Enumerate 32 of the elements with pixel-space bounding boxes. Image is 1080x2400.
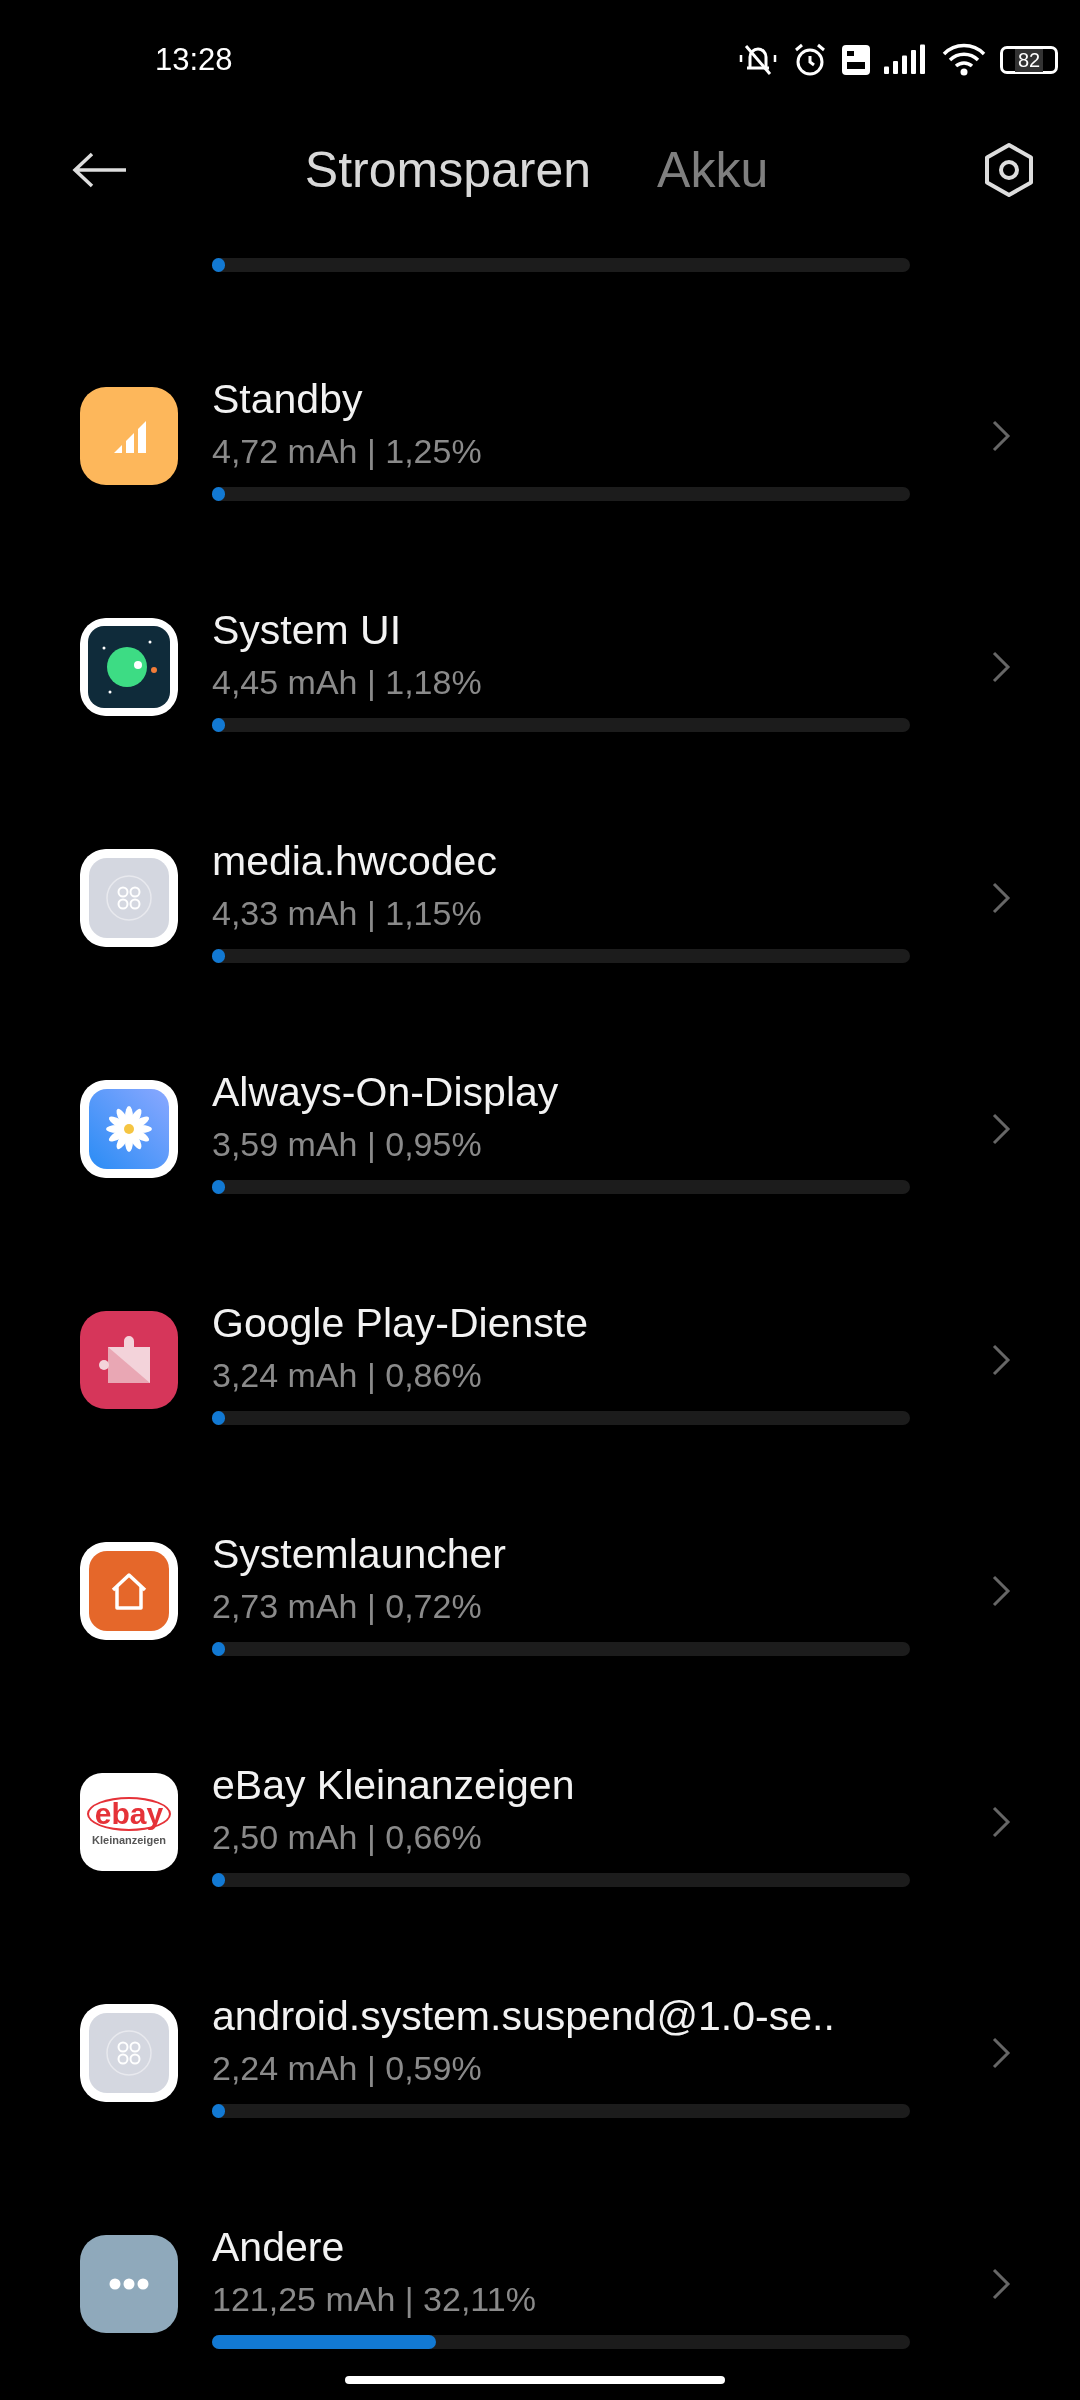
app-usage: 2,73 mAh | 0,72% bbox=[212, 1585, 483, 1627]
app-usage: 3,59 mAh | 0,95% bbox=[212, 1123, 483, 1165]
app-usage: 3,24 mAh | 0,86% bbox=[212, 1354, 483, 1396]
app-name: System UI bbox=[212, 605, 403, 655]
app-row[interactable]: ebay Kleinanzeigen eBay Kleinanzeigen 2,50 mAh | 0,66% bbox=[0, 1706, 1080, 1937]
app-usage: 2,50 mAh | 0,66% bbox=[212, 1816, 483, 1858]
app-row[interactable]: android.system.suspend@1.0-se.. 2,24 mAh | 0,59% bbox=[0, 1937, 1080, 2168]
app-usage: 121,25 mAh | 32,11% bbox=[212, 2278, 537, 2320]
app-name: Always-On-Display bbox=[212, 1067, 560, 1117]
app-name: Google Play-Dienste bbox=[212, 1298, 590, 1348]
app-usage: 4,72 mAh | 1,25% bbox=[212, 430, 483, 472]
app-name: eBay Kleinanzeigen bbox=[212, 1760, 576, 1810]
app-name: Systemlauncher bbox=[212, 1529, 507, 1579]
tab[interactable]: Akku bbox=[657, 141, 769, 199]
tab[interactable]: Stromsparen bbox=[304, 141, 592, 199]
app-row[interactable]: Systemlauncher 2,73 mAh | 0,72% bbox=[0, 1475, 1080, 1706]
app-name: media.hwcodec bbox=[212, 836, 498, 886]
app-row[interactable]: Standby 4,72 mAh | 1,25% bbox=[0, 320, 1080, 551]
status-time: 13:28 bbox=[155, 42, 233, 78]
app-row[interactable]: media.hwcodec 4,33 mAh | 1,15% bbox=[0, 782, 1080, 1013]
app-usage: 4,45 mAh | 1,18% bbox=[212, 661, 483, 703]
app-name: android.system.suspend@1.0-se.. bbox=[212, 1991, 836, 2041]
app-row[interactable]: Andere 121,25 mAh | 32,11% bbox=[0, 2168, 1080, 2399]
app-row[interactable]: System UI 4,45 mAh | 1,18% bbox=[0, 551, 1080, 782]
app-name: Standby bbox=[212, 374, 364, 424]
app-row[interactable]: Always-On-Display 3,59 mAh | 0,95% bbox=[0, 1013, 1080, 1244]
ebay-logo: ebay Kleinanzeigen bbox=[80, 1772, 178, 1871]
battery-level: 82 bbox=[1014, 48, 1044, 72]
app-row[interactable]: Google Play-Dienste 3,24 mAh | 0,86% bbox=[0, 1244, 1080, 1475]
app-name: Andere bbox=[212, 2222, 346, 2272]
app-usage: 2,24 mAh | 0,59% bbox=[212, 2047, 483, 2089]
app-usage: 4,33 mAh | 1,15% bbox=[212, 892, 483, 934]
